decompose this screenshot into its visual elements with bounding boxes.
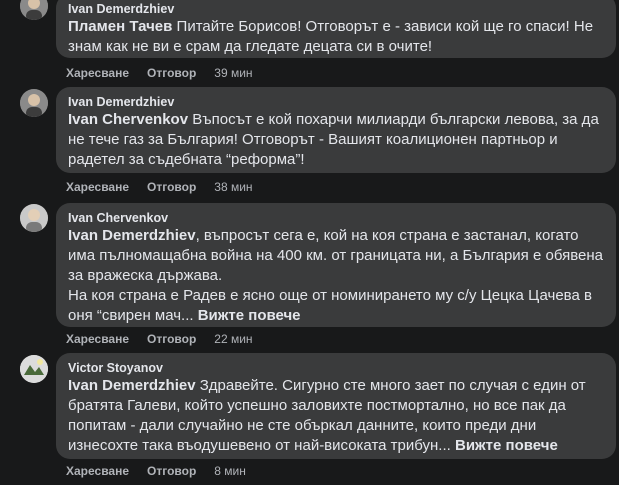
comment-author[interactable]: Ivan Demerdzhiev — [68, 94, 604, 110]
reply-button[interactable]: Отговор — [147, 66, 196, 80]
comment-actions: Харесване Отговор 22 мин — [66, 332, 253, 346]
mention-link[interactable]: Ivan Demerdzhiev — [68, 377, 196, 394]
comment-bubble: Victor Stoyanov Ivan Demerdzhiev Здравей… — [56, 353, 616, 459]
avatar[interactable] — [20, 0, 48, 20]
reply-button[interactable]: Отговор — [147, 332, 196, 346]
mention-link[interactable]: Ivan Chervenkov — [68, 111, 188, 128]
comment-author[interactable]: Ivan Chervenkov — [68, 210, 604, 226]
avatar[interactable] — [20, 89, 48, 117]
comment-actions: Харесване Отговор 38 мин — [66, 180, 253, 194]
see-more-link[interactable]: Вижте повече — [198, 307, 301, 324]
comment-text: Ivan Chervenkov Въпосът е кой похарчи ми… — [68, 110, 604, 170]
comment-text: Ivan Demerdzhiev, въпросът сега е, кой н… — [68, 226, 604, 286]
like-button[interactable]: Харесване — [66, 180, 129, 194]
avatar[interactable] — [20, 355, 48, 383]
like-button[interactable]: Харесване — [66, 66, 129, 80]
comment-text: Ivan Demerdzhiev Здравейте. Сигурно сте … — [68, 376, 604, 456]
comment-actions: Харесване Отговор 39 мин — [66, 66, 253, 80]
comment-time[interactable]: 38 мин — [214, 180, 252, 194]
like-button[interactable]: Харесване — [66, 464, 129, 478]
mention-link[interactable]: Пламен Тачев — [68, 18, 172, 35]
comment-text-line: На коя страна е Радев е ясно още от номи… — [68, 286, 604, 326]
reply-button[interactable]: Отговор — [147, 180, 196, 194]
mention-link[interactable]: Ivan Demerdzhiev — [68, 227, 196, 244]
like-button[interactable]: Харесване — [66, 332, 129, 346]
comment-bubble: Ivan Demerdzhiev Пламен Тачев Питайте Бо… — [56, 0, 616, 58]
comment-author[interactable]: Victor Stoyanov — [68, 360, 604, 376]
reply-button[interactable]: Отговор — [147, 464, 196, 478]
comment-author[interactable]: Ivan Demerdzhiev — [68, 1, 604, 17]
comment-time[interactable]: 39 мин — [214, 66, 252, 80]
comment-time[interactable]: 8 мин — [214, 464, 246, 478]
comment-body-2: На коя страна е Радев е ясно още от номи… — [68, 287, 592, 324]
avatar[interactable] — [20, 204, 48, 232]
comment-bubble: Ivan Chervenkov Ivan Demerdzhiev, въпрос… — [56, 203, 616, 327]
comment-bubble: Ivan Demerdzhiev Ivan Chervenkov Въпосът… — [56, 87, 616, 173]
comment-time[interactable]: 22 мин — [214, 332, 252, 346]
comment-text: Пламен Тачев Питайте Борисов! Отговорът … — [68, 17, 604, 57]
comment-actions: Харесване Отговор 8 мин — [66, 464, 246, 478]
see-more-link[interactable]: Вижте повече — [455, 437, 558, 454]
